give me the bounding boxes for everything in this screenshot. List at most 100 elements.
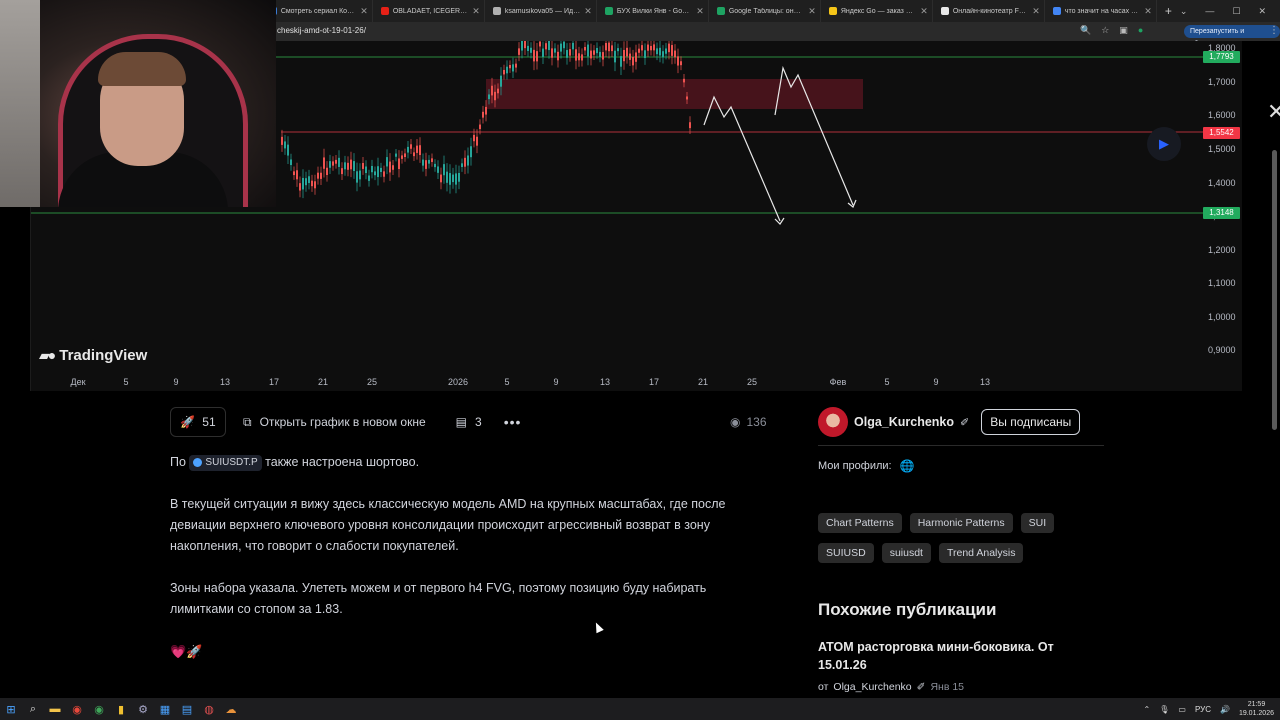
- extensions-icon[interactable]: ▣: [1119, 25, 1128, 36]
- similar-date: Янв 15: [930, 681, 965, 693]
- candle-body: [527, 45, 529, 51]
- candle-body: [488, 94, 490, 100]
- tag-chip[interactable]: suiusdt: [881, 543, 931, 563]
- globe-icon[interactable]: 🌐: [900, 459, 915, 473]
- tag-chip[interactable]: Chart Patterns: [818, 513, 902, 533]
- candle-body: [629, 53, 631, 60]
- candle-body: [491, 85, 493, 96]
- language-indicator[interactable]: РУС: [1195, 705, 1211, 714]
- tag-chip[interactable]: Trend Analysis: [938, 543, 1024, 563]
- candle-body: [560, 43, 562, 52]
- price-tag: 1,7793: [1203, 51, 1240, 63]
- tab-search-icon[interactable]: ⌄: [1180, 6, 1188, 17]
- chrome-alt-icon[interactable]: ◉: [88, 698, 110, 720]
- volume-icon[interactable]: 🔊: [1220, 705, 1230, 714]
- candle-body: [632, 57, 634, 66]
- minimize-icon[interactable]: —: [1205, 6, 1214, 17]
- price-axis-label: 1,4000: [1208, 178, 1236, 188]
- candle-body: [641, 45, 643, 51]
- play-replay-button[interactable]: ▶: [1147, 127, 1181, 161]
- windows-start-icon[interactable]: ⊞: [0, 698, 22, 720]
- ticker-link[interactable]: SUIUSDT.P: [189, 454, 262, 471]
- candle-body: [464, 157, 466, 167]
- tab-close-icon[interactable]: ✕: [696, 6, 704, 17]
- cloud-icon[interactable]: ☁: [220, 698, 242, 720]
- maximize-icon[interactable]: ☐: [1232, 6, 1240, 17]
- app-icon[interactable]: ▮: [110, 698, 132, 720]
- profile-icon[interactable]: ●: [1138, 25, 1143, 36]
- tag-chip[interactable]: Harmonic Patterns: [909, 513, 1013, 533]
- tab-title: OBLADAET, ICEGERGERT: [392, 7, 468, 15]
- candle-body: [302, 177, 304, 190]
- url-field[interactable]: cheskij-amd-ot-19-01-26/: [277, 26, 366, 35]
- tab-close-icon[interactable]: ✕: [920, 6, 928, 17]
- candle-body: [392, 165, 394, 170]
- browser-tab[interactable]: что значит на часах 23 23 ✕: [1045, 0, 1157, 22]
- settings-icon[interactable]: ⚙: [132, 698, 154, 720]
- similar-post-meta: от Olga_Kurchenko ✐ Янв 15: [818, 681, 964, 693]
- tab-close-icon[interactable]: ✕: [1144, 6, 1152, 17]
- candle-body: [341, 168, 343, 175]
- similar-author-link[interactable]: Olga_Kurchenko: [833, 681, 911, 693]
- candle-body: [311, 180, 313, 187]
- candle-body: [440, 174, 442, 183]
- tab-close-icon[interactable]: ✕: [360, 6, 368, 17]
- candle-body: [587, 44, 589, 57]
- chrome-icon[interactable]: ◉: [66, 698, 88, 720]
- candle-body: [326, 167, 328, 175]
- date-axis-label: Дек: [70, 377, 86, 387]
- close-window-icon[interactable]: ✕: [1258, 6, 1266, 17]
- rocket-icon: 🚀: [180, 415, 196, 429]
- boost-button[interactable]: 🚀 51: [170, 407, 226, 437]
- eye-icon: ◉: [730, 415, 741, 429]
- date-axis-label: 17: [268, 377, 280, 387]
- candle-body: [581, 54, 583, 61]
- photos-icon[interactable]: ▦: [154, 698, 176, 720]
- date-axis-label: 25: [366, 377, 378, 387]
- microphone-icon[interactable]: 🎙: [1159, 705, 1169, 714]
- tag-chip[interactable]: SUIUSD: [818, 543, 874, 563]
- tab-close-icon[interactable]: ✕: [584, 6, 592, 17]
- zoom-icon[interactable]: 🔍: [1080, 25, 1091, 36]
- open-chart-button[interactable]: ⧉ Открыть график в новом окне: [243, 415, 426, 430]
- sidebar-divider: [818, 445, 1104, 446]
- tab-close-icon[interactable]: ✕: [472, 6, 480, 17]
- network-icon[interactable]: ▭: [1178, 705, 1186, 714]
- clock[interactable]: 21:59 19.01.2026: [1239, 700, 1274, 718]
- browser-tab[interactable]: Яндекс Go — заказ поездок✕: [821, 0, 933, 22]
- store-icon[interactable]: ▤: [176, 698, 198, 720]
- comments-button[interactable]: ▤ 3: [456, 415, 482, 429]
- candle-body: [683, 78, 685, 83]
- browser-menu-icon[interactable]: ⋮: [1269, 25, 1279, 36]
- tab-close-icon[interactable]: ✕: [808, 6, 816, 17]
- more-options-button[interactable]: •••: [504, 414, 522, 430]
- candle-body: [557, 51, 559, 61]
- candle-body: [365, 166, 367, 174]
- page-scrollbar[interactable]: [1272, 150, 1277, 430]
- tab-close-icon[interactable]: ✕: [1032, 6, 1040, 17]
- similar-post-title[interactable]: ATOM расторговка мини-боковика. От 15.01…: [818, 638, 1098, 674]
- candle-body: [563, 41, 565, 49]
- media-icon[interactable]: ◍: [198, 698, 220, 720]
- close-chart-icon[interactable]: ✕: [1267, 101, 1280, 123]
- browser-tab[interactable]: Онлайн-кинотеатр FLEX - с ✕: [933, 0, 1045, 22]
- tray-chevron-icon[interactable]: ⌃: [1144, 705, 1151, 714]
- browser-tab[interactable]: Смотреть сериал Король Т ✕: [261, 0, 373, 22]
- relaunch-button[interactable]: Перезапустить и обновить: [1184, 25, 1280, 48]
- webcam-wall: [0, 0, 40, 207]
- file-explorer-icon[interactable]: ▬: [44, 698, 66, 720]
- browser-tab[interactable]: ksamusikova05 — Идеи и ст✕: [485, 0, 597, 22]
- browser-tab[interactable]: OBLADAET, ICEGERGERT ✕: [373, 0, 485, 22]
- candle-body: [521, 41, 523, 51]
- author-name-link[interactable]: Olga_Kurchenko: [854, 415, 954, 429]
- browser-tab[interactable]: БУХ Вилки Янв - Google Таб ✕: [597, 0, 709, 22]
- bookmark-star-icon[interactable]: ☆: [1101, 25, 1109, 36]
- subscribed-button[interactable]: Вы подписаны: [981, 409, 1081, 435]
- tag-chip[interactable]: SUI: [1020, 513, 1055, 533]
- author-avatar[interactable]: [818, 407, 848, 437]
- search-icon[interactable]: ⌕: [22, 698, 44, 720]
- candle-body: [425, 160, 427, 169]
- candle-body: [668, 43, 670, 53]
- browser-tab[interactable]: Google Таблицы: онлайн-та ✕: [709, 0, 821, 22]
- new-tab-button[interactable]: +: [1157, 4, 1180, 18]
